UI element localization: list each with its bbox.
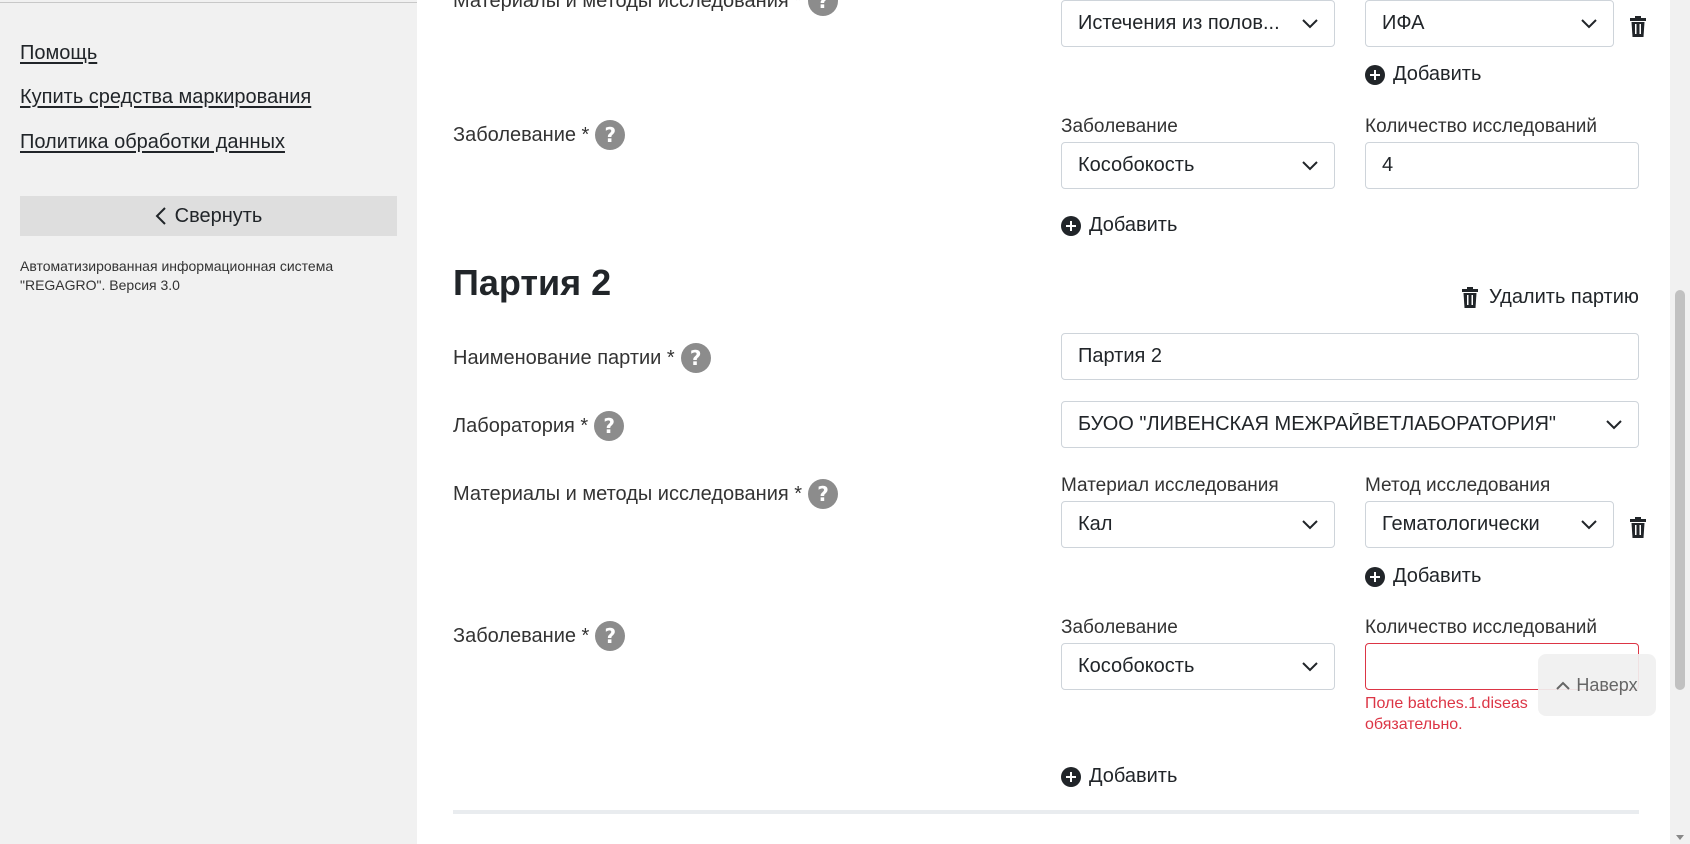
help-icon[interactable]: ? [595,621,626,651]
chevron-left-icon [155,207,166,225]
batch2-name-value: Партия 2 [1078,345,1163,367]
help-icon[interactable]: ? [808,0,839,16]
batch1-disease-label: Заболевание * ? [453,120,626,150]
batch1-count-value: 4 [1382,154,1394,176]
plus-circle-icon [1365,566,1385,587]
scrollbar-thumb[interactable] [1675,290,1685,690]
batch1-disease-caption: Заболевание [1061,116,1178,137]
batch1-method-value: ИФА [1382,12,1425,34]
delete-batch-button[interactable]: Удалить партию [1461,286,1639,309]
batch1-disease-value: Кособокость [1078,154,1195,176]
batch2-disease-label: Заболевание * ? [453,621,626,651]
batch2-material-caption: Материал исследования [1061,475,1279,496]
add-label: Добавить [1089,765,1178,787]
batch2-materials-label: Материалы и методы исследования * ? [453,479,839,509]
privacy-policy-link[interactable]: Политика обработки данных [20,131,285,154]
batch2-disease-value: Кособокость [1078,655,1195,677]
plus-circle-icon [1061,766,1081,787]
buy-marking-link[interactable]: Купить средства маркирования [20,86,311,109]
batch2-disease-label-text: Заболевание * [453,624,590,647]
help-icon[interactable]: ? [595,120,626,150]
batch2-disease-caption: Заболевание [1061,617,1178,638]
section-divider [453,810,1639,814]
chevron-down-icon [1302,519,1318,529]
batch2-lab-label-text: Лаборатория * [453,414,589,437]
add-label: Добавить [1393,63,1482,85]
batch1-materials-label-text: Материалы и методы исследования * [453,0,803,12]
batch2-method-value: Гематологически [1382,513,1540,535]
chevron-down-icon [1302,160,1318,170]
collapse-label: Свернуть [174,204,263,227]
scrollbar[interactable] [1670,0,1690,844]
sidebar-divider [0,2,417,3]
batch2-title: Партия 2 [453,262,612,303]
plus-circle-icon [1365,64,1385,85]
batch2-method-select[interactable]: Гематологически [1365,501,1614,548]
batch2-add-method-button[interactable]: Добавить [1365,565,1481,588]
batch2-lab-value: БУОО "ЛИВЕНСКАЯ МЕЖРАЙВЕТЛАБОРАТОРИЯ" [1078,413,1557,435]
batch2-material-select[interactable]: Кал [1061,501,1335,548]
trash-icon[interactable] [1629,16,1647,37]
batch1-method-select[interactable]: ИФА [1365,0,1614,47]
system-info-line-2: "REGAGRO". Версия 3.0 [20,277,180,293]
batch1-material-select[interactable]: Истечения из полов... [1061,0,1335,47]
error-line-2: обязательно. [1365,716,1463,733]
batch1-add-disease-button[interactable]: Добавить [1061,214,1177,237]
scroll-to-top-button[interactable]: Наверх [1538,654,1656,716]
help-icon[interactable]: ? [680,343,711,373]
batch2-name-label-text: Наименование партии * [453,346,675,369]
batch1-add-method-button[interactable]: Добавить [1365,63,1481,86]
help-link[interactable]: Помощь [20,42,97,65]
batch2-add-disease-button[interactable]: Добавить [1061,765,1177,788]
add-label: Добавить [1089,214,1178,236]
chevron-down-icon [1581,18,1597,28]
batch2-materials-label-text: Материалы и методы исследования * [453,482,803,505]
batch2-method-caption: Метод исследования [1365,475,1551,496]
help-icon[interactable]: ? [594,411,625,441]
trash-icon[interactable] [1629,517,1647,538]
sidebar: Помощь Купить средства маркирования Поли… [0,0,417,844]
batch1-count-caption: Количество исследований [1365,116,1597,137]
delete-batch-label: Удалить партию [1489,286,1639,308]
scroll-down-arrow-icon[interactable] [1676,835,1684,840]
batch1-disease-label-text: Заболевание * [453,123,590,146]
system-info-line-1: Автоматизированная информационная систем… [20,258,334,274]
batch2-count-error: Поле batches.1.diseas обязательно. [1365,693,1541,735]
batch2-name-input[interactable]: Партия 2 [1061,333,1639,380]
batch2-lab-select[interactable]: БУОО "ЛИВЕНСКАЯ МЕЖРАЙВЕТЛАБОРАТОРИЯ" [1061,401,1639,448]
batch1-disease-select[interactable]: Кособокость [1061,142,1335,189]
chevron-down-icon [1581,519,1597,529]
batch1-material-value: Истечения из полов... [1078,12,1280,34]
collapse-button[interactable]: Свернуть [20,196,397,236]
help-icon[interactable]: ? [808,479,839,509]
batch2-name-label: Наименование партии * ? [453,343,711,373]
batch2-material-value: Кал [1078,513,1113,535]
error-line-1: Поле batches.1.diseas [1365,695,1528,712]
scroll-to-top-label: Наверх [1576,674,1638,695]
batch1-count-input[interactable]: 4 [1365,142,1639,189]
add-label: Добавить [1393,565,1482,587]
batch2-disease-select[interactable]: Кособокость [1061,643,1335,690]
main-content: Материалы и методы исследования * ? Исте… [417,0,1670,844]
plus-circle-icon [1061,215,1081,236]
chevron-down-icon [1606,419,1622,429]
batch2-lab-label: Лаборатория * ? [453,411,625,441]
batch2-count-caption: Количество исследований [1365,617,1597,638]
trash-icon [1462,287,1478,308]
system-info: Автоматизированная информационная систем… [20,257,380,295]
chevron-down-icon [1302,18,1318,28]
chevron-down-icon [1302,661,1318,671]
batch1-materials-label: Материалы и методы исследования * ? [453,0,839,16]
chevron-up-icon [1556,681,1571,690]
